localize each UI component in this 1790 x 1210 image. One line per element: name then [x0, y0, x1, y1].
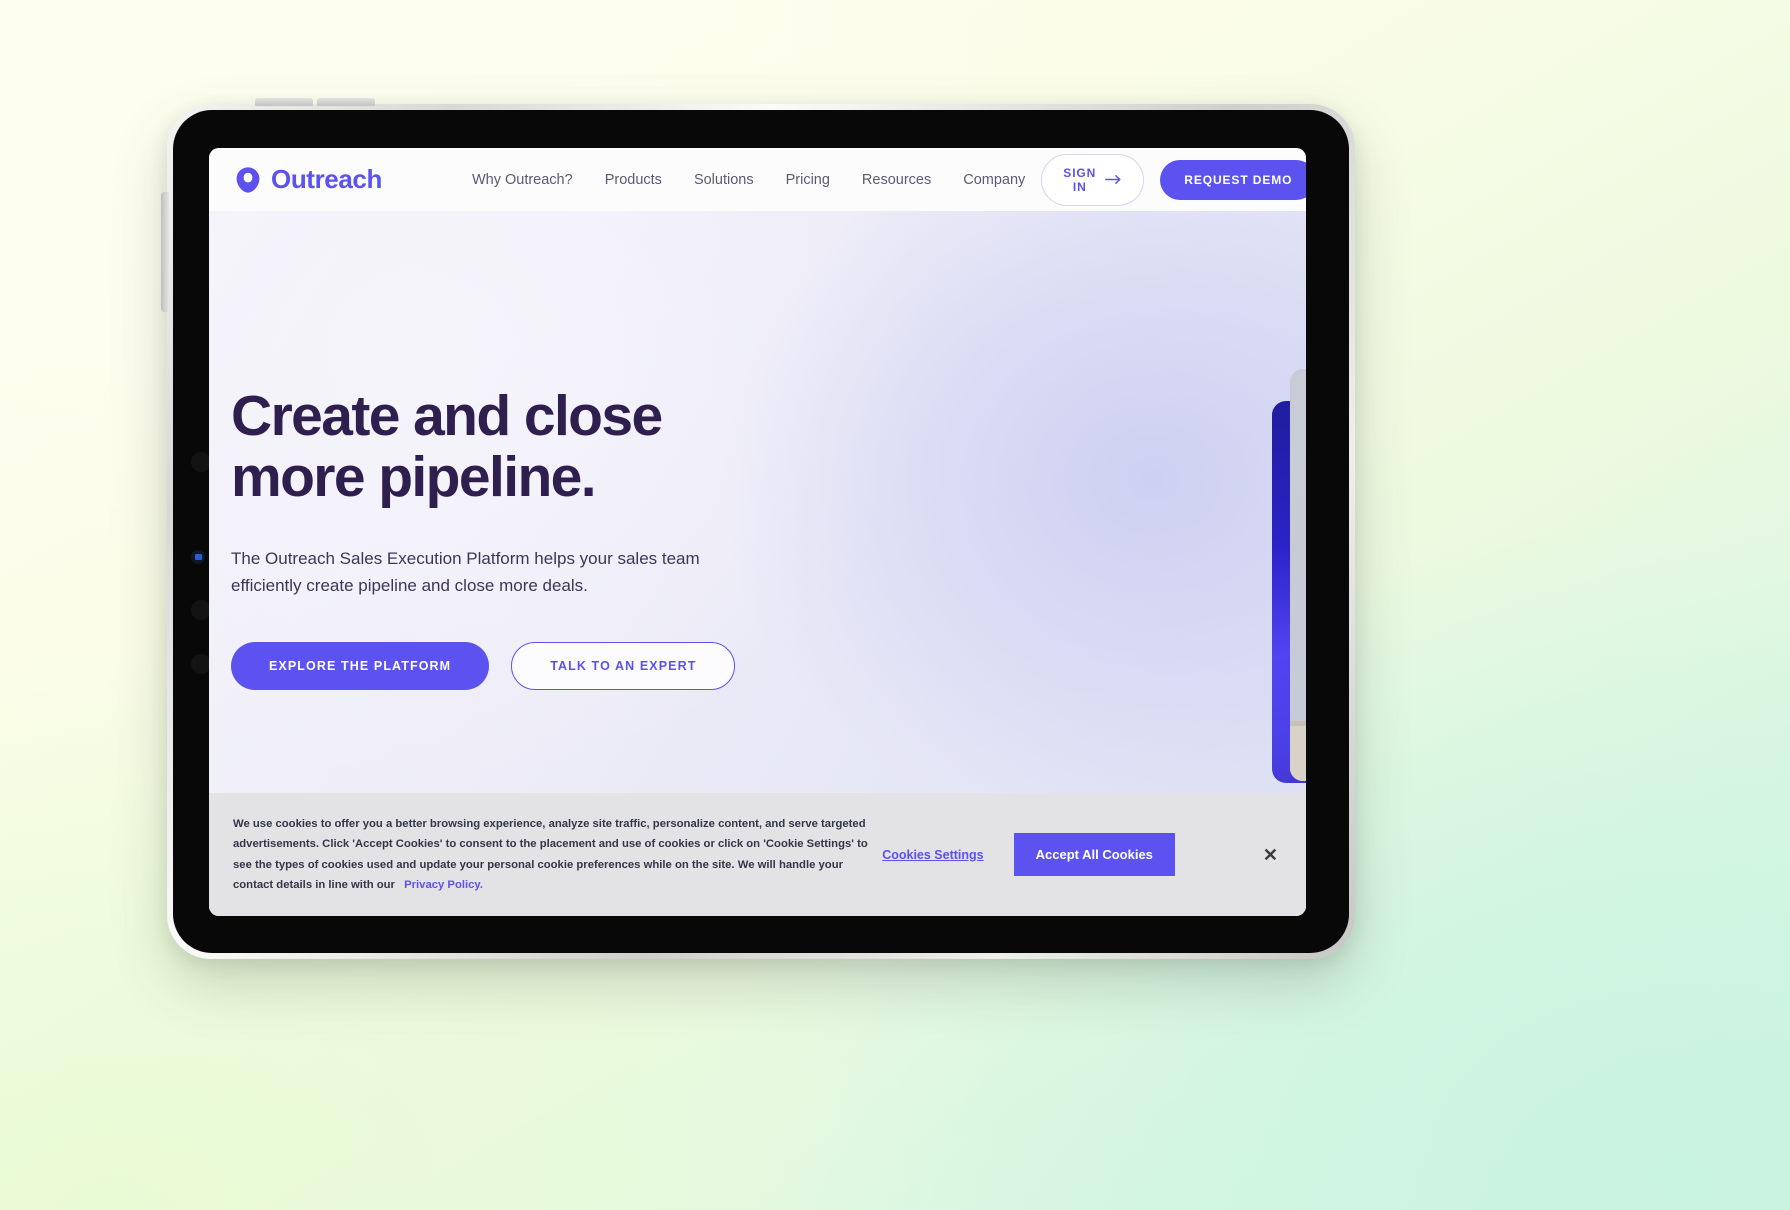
explore-the-platform-button[interactable]: EXPLORE THE PLATFORM [231, 641, 490, 690]
sign-in-button[interactable]: SIGN IN [1041, 153, 1145, 206]
privacy-policy-link[interactable]: Privacy Policy. [404, 879, 483, 891]
cookie-banner-actions: Cookies Settings Accept All Cookies ✕ [882, 833, 1278, 876]
nav-item-resources[interactable]: Resources [846, 164, 947, 196]
nav-item-products[interactable]: Products [589, 164, 678, 196]
cookie-consent-banner: We use cookies to offer you a better bro… [209, 793, 1306, 916]
hero-photo [1290, 369, 1306, 781]
brand-logo[interactable]: Outreach [233, 164, 382, 195]
power-button[interactable] [161, 192, 169, 312]
brand-name: Outreach [271, 164, 382, 194]
hero-section: Create and close more pipeline. The Outr… [209, 211, 1306, 916]
accept-all-cookies-button[interactable]: Accept All Cookies [1013, 833, 1175, 876]
page-backdrop: Outreach Why Outreach? Products Solution… [0, 0, 1790, 1210]
proximity-sensor-icon [191, 600, 211, 620]
camera-icon [191, 452, 211, 472]
nav-item-solutions[interactable]: Solutions [678, 164, 770, 196]
arrow-right-icon [1105, 173, 1122, 187]
nav-item-why-outreach[interactable]: Why Outreach? [456, 164, 589, 196]
nav-item-pricing[interactable]: Pricing [770, 164, 846, 196]
main-navigation: Why Outreach? Products Solutions Pricing… [456, 164, 1041, 196]
status-led-icon [195, 554, 202, 560]
hero-copy: Create and close more pipeline. The Outr… [231, 386, 751, 690]
page-title: Create and close more pipeline. [231, 386, 751, 508]
microphone-icon [191, 654, 211, 674]
volume-up-button[interactable] [255, 98, 313, 106]
nav-item-company[interactable]: Company [947, 164, 1041, 196]
hero-title-line-2: more pipeline. [231, 444, 597, 509]
close-icon[interactable]: ✕ [1263, 846, 1278, 864]
cookie-banner-body: We use cookies to offer you a better bro… [233, 818, 868, 891]
volume-down-button[interactable] [317, 98, 375, 106]
request-demo-button[interactable]: REQUEST DEMO [1160, 159, 1306, 200]
navbar-actions: SIGN IN REQUEST DEMO [1041, 153, 1306, 206]
cookie-banner-text: We use cookies to offer you a better bro… [233, 814, 873, 894]
talk-to-an-expert-button[interactable]: TALK TO AN EXPERT [511, 641, 736, 690]
browser-viewport: Outreach Why Outreach? Products Solution… [209, 148, 1306, 916]
cookies-settings-link[interactable]: Cookies Settings [882, 848, 983, 862]
outreach-teardrop-logo-icon [233, 165, 263, 195]
tablet-device: Outreach Why Outreach? Products Solution… [161, 98, 1355, 959]
hero-cta-group: EXPLORE THE PLATFORM TALK TO AN EXPERT [231, 641, 751, 690]
hero-subtitle: The Outreach Sales Execution Platform he… [231, 548, 700, 595]
hero-title-line-1: Create and close [231, 384, 663, 448]
site-navbar: Outreach Why Outreach? Products Solution… [209, 148, 1306, 211]
sign-in-label: SIGN IN [1063, 165, 1097, 194]
